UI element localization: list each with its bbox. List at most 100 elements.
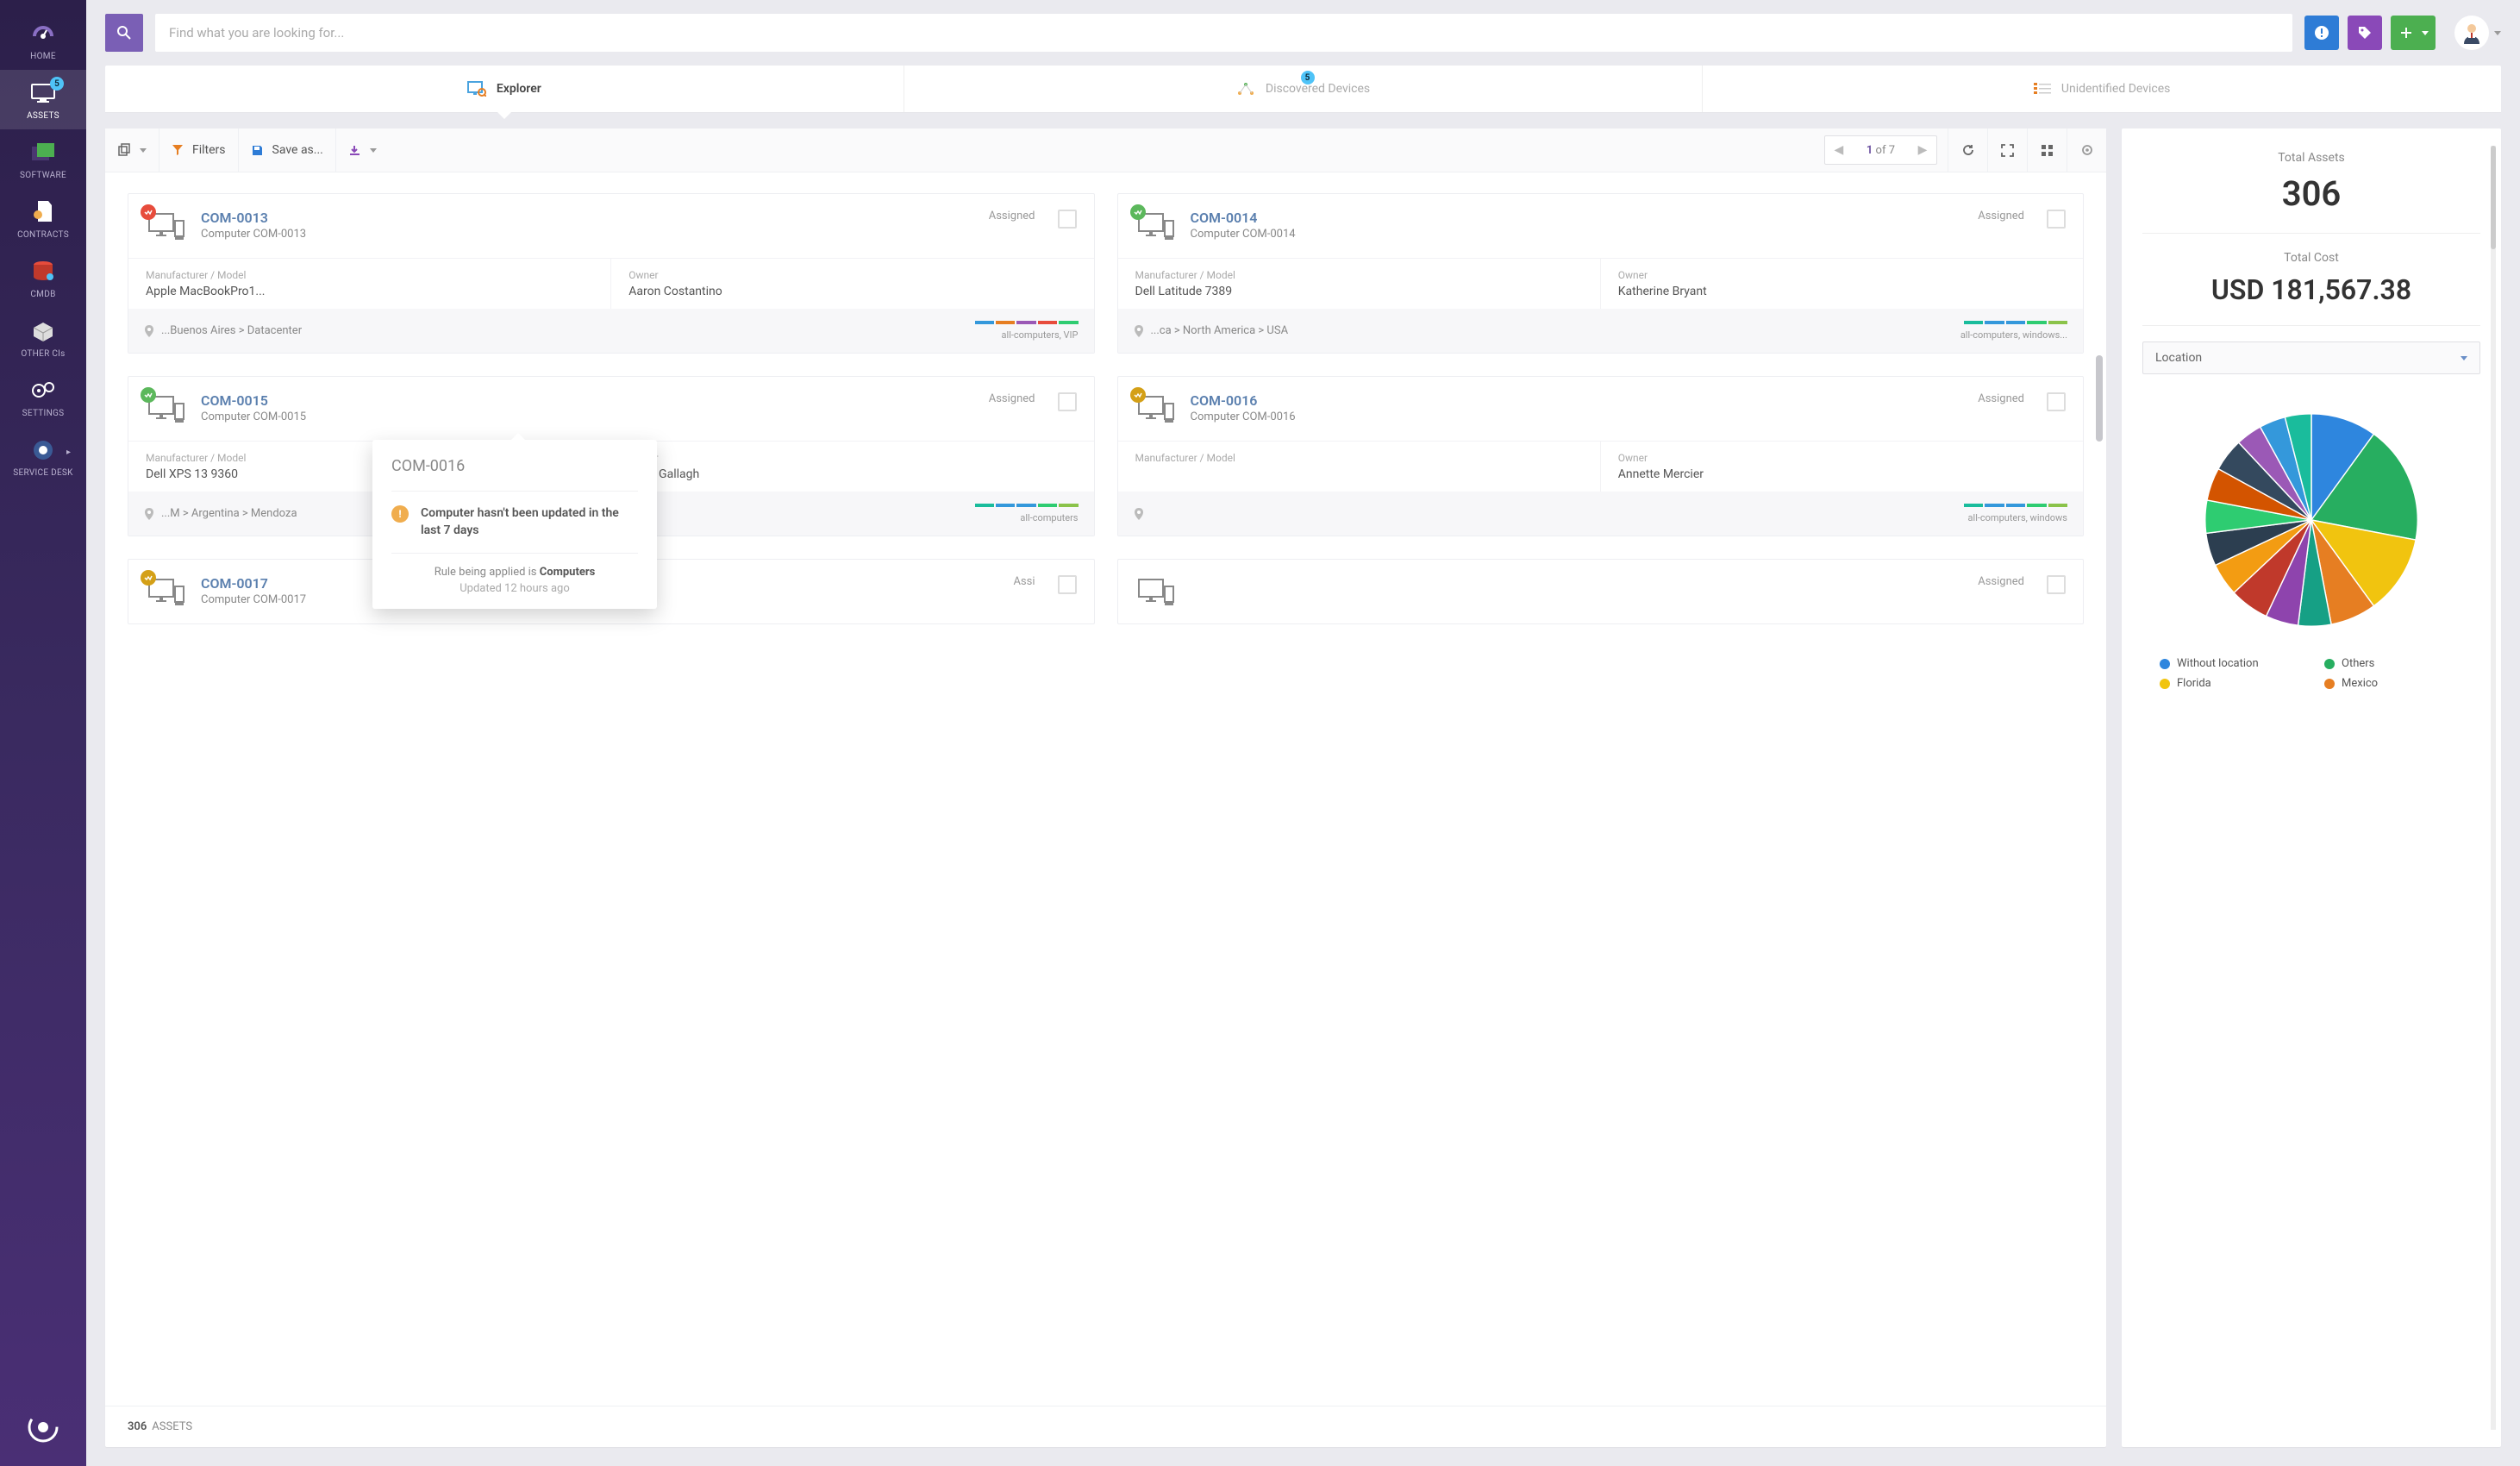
asset-id: COM-0015 — [201, 392, 975, 409]
sidebar-item-settings[interactable]: SETTINGS — [0, 367, 86, 427]
exclamation-icon — [2314, 25, 2329, 41]
sidebar-badge: 5 — [50, 77, 64, 91]
saveas-label: Save as... — [272, 143, 323, 157]
scrollbar[interactable] — [2491, 146, 2496, 1430]
field-value: Aaron Costantino — [628, 285, 1076, 298]
asset-card[interactable]: COM-0016 Computer COM-0016 Assigned Manu… — [1117, 376, 2085, 536]
asset-name: Computer COM-0015 — [201, 410, 975, 423]
field-value: Dell Latitude 7389 — [1135, 285, 1583, 298]
chevron-down-icon — [2494, 31, 2501, 35]
copy-icon — [117, 143, 131, 157]
asset-state: Assi — [1013, 575, 1035, 588]
asset-state: Assigned — [1978, 392, 2024, 405]
legend-item[interactable]: Mexico — [2324, 677, 2463, 690]
status-badge-icon — [1130, 204, 1146, 220]
sidebar-item-home[interactable]: HOME — [0, 10, 86, 70]
view-grid-button[interactable] — [2027, 128, 2067, 172]
chevron-right-icon: ▸ — [66, 448, 71, 457]
computer-icon — [146, 575, 187, 611]
computer-icon — [1135, 575, 1177, 611]
sidebar-label: CONTRACTS — [17, 230, 69, 240]
field-label: Manufacturer / Model — [1135, 452, 1583, 464]
status-badge-icon — [141, 204, 156, 220]
total-cost-value: USD 181,567.38 — [2142, 273, 2480, 306]
tags-button[interactable] — [2348, 16, 2382, 50]
legend-item[interactable]: Without location — [2160, 657, 2298, 670]
select-value: Location — [2155, 351, 2202, 365]
asset-location: ...ca > North America > USA — [1134, 324, 1948, 337]
total-assets-label: Total Assets — [2142, 151, 2480, 165]
refresh-button[interactable] — [1948, 128, 1987, 172]
tab-unidentified[interactable]: Unidentified Devices — [1703, 66, 2501, 112]
status-badge-icon — [1130, 387, 1146, 403]
search-button[interactable] — [105, 14, 143, 52]
asset-name: Computer COM-0016 — [1191, 410, 1965, 423]
popover-rule: Rule being applied is Computers Updated … — [391, 553, 638, 595]
total-assets-value: 306 — [2142, 173, 2480, 214]
legend-dot-icon — [2324, 659, 2335, 669]
asset-location — [1134, 508, 1948, 520]
status-badge-icon — [141, 570, 156, 586]
sidebar-item-other-cis[interactable]: OTHER CIs — [0, 308, 86, 367]
chart-dimension-select[interactable]: Location — [2142, 341, 2480, 374]
explorer-icon — [467, 81, 486, 97]
chart-legend: Without location Others Florida Mexico — [2142, 657, 2480, 690]
sidebar-item-service-desk[interactable]: ▸ SERVICE DESK — [0, 427, 86, 486]
sidebar-item-software[interactable]: SOFTWARE — [0, 129, 86, 189]
legend-dot-icon — [2160, 679, 2170, 689]
asset-tags: all-computers, windows... — [1955, 321, 2067, 341]
select-checkbox[interactable] — [1058, 392, 1077, 411]
computer-icon — [146, 210, 187, 246]
refresh-icon — [1961, 143, 1975, 157]
select-checkbox[interactable] — [1058, 210, 1077, 229]
filters-button[interactable]: Filters — [159, 128, 239, 172]
search-input[interactable] — [155, 14, 2292, 52]
expand-icon — [2001, 144, 2014, 157]
select-checkbox[interactable] — [1058, 575, 1077, 594]
user-menu[interactable] — [2454, 16, 2501, 50]
scrollbar[interactable] — [2096, 183, 2103, 1354]
field-label: Owner — [628, 269, 1076, 281]
status-badge-icon — [141, 387, 156, 403]
plus-icon — [2399, 26, 2413, 40]
pager-prev-button[interactable]: ◀ — [1825, 136, 1853, 164]
database-icon — [30, 260, 56, 283]
settings-button[interactable] — [2067, 128, 2106, 172]
asset-card[interactable]: COM-0013 Computer COM-0013 Assigned Manu… — [128, 193, 1095, 354]
select-checkbox[interactable] — [2047, 210, 2066, 229]
asset-tags: all-computers, VIP — [966, 321, 1079, 341]
export-button[interactable] — [336, 128, 389, 172]
sidebar: HOME 5 ASSETS SOFTWARE CONTRACTS CMDB — [0, 0, 86, 1466]
asset-card[interactable]: COM-0014 Computer COM-0014 Assigned Manu… — [1117, 193, 2085, 354]
pie-chart — [2142, 374, 2480, 657]
chevron-down-icon — [2461, 356, 2467, 360]
view-menu-button[interactable] — [105, 128, 159, 172]
pager-next-button[interactable]: ▶ — [1909, 136, 1936, 164]
total-cost-label: Total Cost — [2142, 251, 2480, 265]
tab-discovered[interactable]: 5 Discovered Devices — [904, 66, 1704, 112]
funnel-icon — [172, 144, 184, 156]
asset-tags: all-computers, windows — [1955, 504, 2067, 523]
select-checkbox[interactable] — [2047, 392, 2066, 411]
legend-dot-icon — [2324, 679, 2335, 689]
tag-icon — [2357, 25, 2373, 41]
tab-label: Discovered Devices — [1266, 82, 1370, 96]
legend-item[interactable]: Others — [2324, 657, 2463, 670]
sidebar-label: SERVICE DESK — [13, 468, 73, 478]
alerts-button[interactable] — [2304, 16, 2339, 50]
pin-icon — [1134, 325, 1144, 337]
create-button[interactable] — [2391, 16, 2436, 50]
tab-explorer[interactable]: Explorer — [105, 66, 904, 112]
field-label: Owner — [628, 452, 1076, 464]
fullscreen-button[interactable] — [1987, 128, 2027, 172]
sidebar-item-assets[interactable]: 5 ASSETS — [0, 70, 86, 129]
sidebar-item-contracts[interactable]: CONTRACTS — [0, 189, 86, 248]
asset-state: Assigned — [989, 392, 1035, 405]
save-icon — [251, 144, 264, 157]
legend-item[interactable]: Florida — [2160, 677, 2298, 690]
select-checkbox[interactable] — [2047, 575, 2066, 594]
sidebar-item-cmdb[interactable]: CMDB — [0, 248, 86, 308]
saveas-button[interactable]: Save as... — [239, 128, 336, 172]
field-value: Mary Gallagh — [628, 467, 1076, 481]
asset-card[interactable]: Assigned — [1117, 559, 2085, 624]
